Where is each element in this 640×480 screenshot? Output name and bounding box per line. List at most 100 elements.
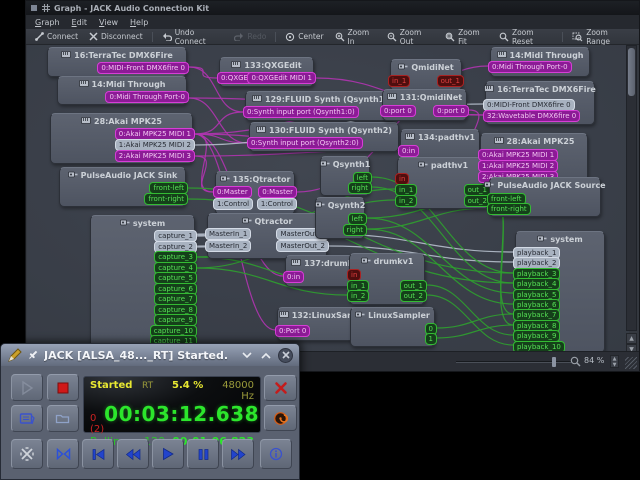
port-front-right[interactable]: front-right — [487, 203, 531, 215]
menu-view[interactable]: View — [94, 17, 123, 28]
graph-titlebar[interactable]: Graph - JACK Audio Connection Kit — [26, 1, 639, 15]
node-fluid2[interactable]: 130:FLUID Synth (Qsynth2)0:Synth input p… — [249, 122, 399, 152]
alsa-icon — [256, 126, 266, 135]
window-menu-icon[interactable] — [30, 4, 38, 12]
node-system-playback[interactable]: systemplayback_1playback_2playback_3play… — [515, 231, 605, 353]
stop-button[interactable] — [47, 374, 79, 401]
port-0-master[interactable]: 0:Master — [213, 186, 252, 198]
zoom-slider-handle[interactable] — [552, 357, 556, 367]
jack-titlebar[interactable]: JACK [ALSA_48..._RT] Started. — [1, 344, 299, 366]
port-1-control[interactable]: 1:Control — [213, 198, 253, 210]
node-qsynth1[interactable]: Qsynth1leftright — [320, 156, 370, 196]
node-fluid1[interactable]: 129:FLUID Synth (Qsynth1)0:Synth input p… — [245, 91, 395, 121]
port-2-akai-mpk25-midi-3[interactable]: 2:Akai MPK25 MIDI 3 — [115, 150, 195, 162]
node-akai-left[interactable]: 28:Akai MPK250:Akai MPK25 MIDI 11:Akai M… — [50, 113, 193, 164]
node-qmidinet-jack[interactable]: QmidiNetin_1out_1 — [390, 59, 462, 91]
reset-button[interactable] — [264, 405, 297, 431]
rolldown-button[interactable] — [240, 348, 254, 362]
zoom-reset-button[interactable]: Zoom Reset — [494, 27, 558, 47]
transport-forward-button[interactable] — [222, 439, 254, 469]
port-0-midi-through-port-0[interactable]: 0:Midi Through Port-0 — [488, 61, 572, 73]
vertical-scrollbar[interactable] — [626, 45, 637, 331]
resize-grip[interactable] — [625, 357, 637, 369]
port-right[interactable]: right — [348, 182, 372, 194]
node-terratec-left[interactable]: 16:TerraTec DMX6Fire0:MIDI-Front DMX6fir… — [47, 47, 187, 77]
quit-button[interactable] — [264, 375, 297, 401]
port-0-midi-front-dmx6fire-0[interactable]: 0:MIDI-Front DMX6fire 0 — [97, 62, 189, 74]
node-pulse-sink[interactable]: PulseAudio JACK Sinkfront-leftfront-righ… — [59, 167, 186, 207]
menu-edit[interactable]: Edit — [67, 17, 93, 28]
midi-connection-edge — [189, 67, 217, 78]
transport-backward-button[interactable] — [117, 439, 149, 469]
close-button[interactable] — [278, 348, 293, 363]
port-32-wavetable-dmx6fire-0[interactable]: 32:Wavetable DMX6fire 0 — [483, 110, 580, 122]
port-right[interactable]: right — [343, 224, 367, 236]
node-pulse-source[interactable]: PulseAudio JACK Sourcefront-leftfront-ri… — [489, 177, 601, 217]
port-0-in[interactable]: 0:in — [398, 145, 419, 157]
port-out-1[interactable]: out_1 — [437, 75, 464, 87]
zoom-fit-button[interactable]: Zoom Fit — [440, 27, 493, 47]
undo-connect-button[interactable]: Undo Connect — [157, 27, 229, 47]
pin-icon[interactable] — [27, 349, 39, 361]
port-0-port-0[interactable]: 0:port 0 — [433, 105, 469, 117]
messages-button[interactable] — [11, 405, 43, 432]
transport-rewind-button[interactable] — [82, 439, 114, 469]
node-qxgedit[interactable]: 133:QXGEdit0:QXGEdit MIDI 10:QXGEdit MID… — [219, 57, 314, 87]
port-1[interactable]: 1 — [425, 333, 437, 345]
menu-help[interactable]: Help — [125, 17, 153, 28]
node-midithrough-left[interactable]: 14:Midi Through0:Midi Through Port-0 — [57, 76, 187, 105]
port-0-master[interactable]: 0:Master — [258, 186, 297, 198]
node-qtractor-135[interactable]: 135:Qtractor0:Master0:Master1:Control1:C… — [215, 171, 295, 215]
port-in-1[interactable]: in_1 — [388, 75, 410, 87]
scroll-up-arrow[interactable]: ▲ — [626, 333, 637, 344]
port-0-midi-through-port-0[interactable]: 0:Midi Through Port-0 — [105, 91, 189, 103]
about-button[interactable] — [260, 439, 292, 469]
patchbay-button[interactable] — [47, 439, 79, 469]
transport-play-button[interactable] — [152, 439, 184, 469]
node-header: 28:Akai MPK25 — [481, 134, 587, 146]
node-drumkv1-jack[interactable]: drumkv1inin_1out_1in_2out_2 — [349, 253, 425, 305]
zoom-reset-icon — [499, 32, 509, 42]
port-masterin-2[interactable]: MasterIn_2 — [205, 240, 251, 252]
menu-graph[interactable]: Graph — [30, 17, 65, 28]
port-in-2[interactable]: in_2 — [347, 290, 369, 302]
node-terratec-right[interactable]: 16:TerraTec DMX6Fire0:MIDI-Front DMX6fir… — [485, 81, 595, 125]
rollup-button[interactable] — [259, 348, 273, 362]
port-0-synth-input-port-qsynth2-0-[interactable]: 0:Synth input port (Qsynth2:0) — [247, 137, 363, 149]
center-button[interactable]: Center — [280, 31, 328, 43]
port-0-qxgedit-midi-1[interactable]: 0:QXGEdit MIDI 1 — [247, 72, 316, 84]
port-out-2[interactable]: out_2 — [400, 290, 427, 302]
zoom-in-button[interactable]: Zoom In — [330, 27, 381, 47]
zoom-range-button[interactable]: Zoom Range — [567, 27, 635, 47]
port-front-right[interactable]: front-right — [144, 193, 188, 205]
node-padthv1-jack[interactable]: padthv1inin_1out_1in_2out_2 — [397, 157, 489, 209]
redo-button[interactable]: Redo — [229, 31, 271, 42]
disconnect-button[interactable]: Disconnect — [84, 31, 148, 42]
port-masterout-2[interactable]: MasterOut_2 — [276, 240, 329, 252]
port-0-in[interactable]: 0:in — [283, 271, 304, 283]
scrollbar-thumb[interactable] — [628, 48, 635, 96]
port-masterin-1[interactable]: MasterIn_1 — [205, 228, 251, 240]
port-in-2[interactable]: in_2 — [395, 195, 417, 207]
start-button[interactable] — [11, 374, 43, 401]
node-qsynth2[interactable]: Qsynth2leftright — [315, 197, 365, 239]
transport-pause-button[interactable] — [187, 439, 219, 469]
connections-button[interactable] — [11, 439, 43, 469]
zoom-spinner[interactable]: ▲▼ — [610, 355, 619, 368]
node-midithrough-right[interactable]: 14:Midi Through0:Midi Through Port-0 — [490, 47, 590, 77]
zoom-percent: 84 % — [584, 356, 604, 365]
zoom-slider[interactable] — [456, 361, 571, 363]
port-0-port-0[interactable]: 0:port 0 — [380, 105, 416, 117]
graph-canvas[interactable]: 16:TerraTec DMX6Fire0:MIDI-Front DMX6fir… — [27, 45, 629, 353]
jack-icon — [315, 201, 325, 210]
connect-button[interactable]: Connect — [30, 31, 83, 42]
node-qmidinet-alsa[interactable]: 131:QmidiNet0:port 00:port 0 — [382, 89, 467, 121]
node-linuxsampler-jack[interactable]: LinuxSampler01 — [350, 307, 435, 347]
node-qtractor[interactable]: QtractorMasterIn_1MasterOut_1MasterIn_2M… — [207, 213, 327, 259]
zoom-out-button[interactable]: Zoom Out — [382, 27, 439, 47]
node-system-capture[interactable]: systemcapture_1capture_2capture_3capture… — [90, 215, 195, 353]
port-0-synth-input-port-qsynth1-0-[interactable]: 0:Synth input port (Qsynth1:0) — [243, 106, 359, 118]
port-0-port-0[interactable]: 0:Port 0 — [275, 325, 310, 337]
session-button[interactable] — [47, 405, 79, 432]
port-1-control[interactable]: 1:Control — [257, 198, 297, 210]
